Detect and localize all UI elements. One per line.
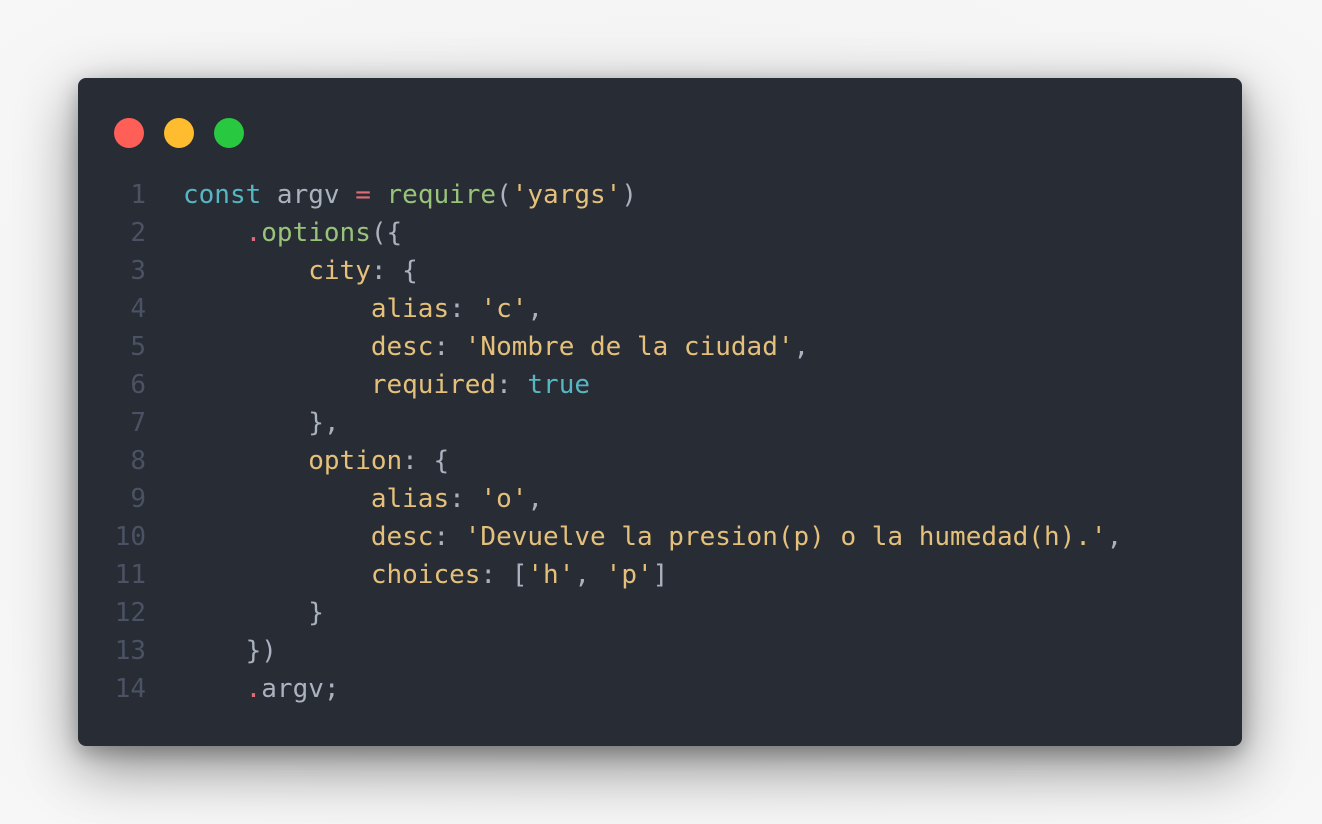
code-token: alias	[370, 294, 450, 324]
line-number: 3	[130, 256, 146, 286]
code-token: desc	[370, 522, 434, 552]
line-number: 2	[130, 218, 146, 248]
backdrop: 1 const argv = require('yargs') 2 .options…	[0, 0, 1322, 824]
code-token: ]	[652, 560, 669, 590]
code-token: alias	[370, 484, 450, 514]
code-text: choices: ['h', 'p']	[183, 556, 668, 594]
line-number: 7	[130, 408, 146, 438]
code-text: })	[183, 632, 277, 670]
code-token: 'Devuelve la presion(p) o la humedad(h).…	[464, 522, 1107, 552]
line-number: 1	[130, 180, 146, 210]
line-number: 13	[114, 636, 146, 666]
code-token: option	[308, 446, 403, 476]
code-text: .argv;	[183, 670, 340, 708]
code-token: },	[308, 408, 340, 438]
code-token: ,	[1106, 522, 1123, 552]
code-text: desc: 'Devuelve la presion(p) o la humed…	[183, 518, 1122, 556]
code-token: :	[496, 370, 528, 400]
code-token: : {	[402, 446, 450, 476]
code-token: 'p'	[605, 560, 653, 590]
code-text: alias: 'c',	[183, 290, 543, 328]
close-button[interactable]	[114, 118, 144, 148]
code-token: ,	[527, 484, 544, 514]
code-token: 'yargs'	[511, 180, 622, 210]
code-token: (	[496, 180, 512, 210]
code-token: argv;	[261, 674, 340, 704]
code-token: :	[433, 522, 465, 552]
code-token: const	[183, 180, 262, 210]
line-number: 8	[130, 446, 146, 476]
code-token: required	[370, 370, 497, 400]
line-number: 9	[130, 484, 146, 514]
code-token: 'o'	[480, 484, 528, 514]
code-token: ({	[370, 218, 403, 248]
code-token: true	[527, 370, 591, 400]
code-text: option: {	[183, 442, 449, 480]
code-token: argv	[261, 180, 356, 210]
minimize-button[interactable]	[164, 118, 194, 148]
code-token: ,	[527, 294, 544, 324]
line-number: 11	[114, 560, 146, 590]
code-text: alias: 'o',	[183, 480, 543, 518]
code-token: })	[245, 636, 277, 666]
code-text: desc: 'Nombre de la ciudad',	[183, 328, 809, 366]
code-token: : {	[370, 256, 418, 286]
code-text: }	[183, 594, 324, 632]
code-text: },	[183, 404, 340, 442]
line-number: 12	[114, 598, 146, 628]
line-number: 4	[130, 294, 146, 324]
code-token: options	[261, 218, 371, 248]
code-token: 'c'	[480, 294, 528, 324]
code-token: 'Nombre de la ciudad'	[464, 332, 794, 362]
code-token: : [	[480, 560, 528, 590]
line-number: 5	[130, 332, 146, 362]
code-text: required: true	[183, 366, 590, 404]
line-number: 10	[114, 522, 146, 552]
code-text: .options({	[183, 214, 403, 252]
line-number: 14	[114, 674, 146, 704]
line-number: 6	[130, 370, 146, 400]
code-token: city	[308, 256, 371, 286]
code-token: :	[433, 332, 465, 362]
code-text: city: {	[183, 252, 418, 290]
code-token: )	[621, 180, 637, 210]
code-token: :	[449, 294, 481, 324]
code-token: choices	[370, 560, 481, 590]
code-token: ,	[793, 332, 810, 362]
code-text: const argv = require('yargs')	[183, 176, 637, 214]
maximize-button[interactable]	[214, 118, 244, 148]
code-token: .	[245, 674, 262, 704]
code-token: }	[308, 598, 324, 628]
code-token: desc	[370, 332, 434, 362]
code-token: 'h'	[527, 560, 575, 590]
code-token: require	[386, 180, 497, 210]
code-token: .	[245, 218, 262, 248]
code-token: ,	[574, 560, 606, 590]
code-token: =	[355, 180, 371, 210]
code-token: :	[449, 484, 481, 514]
